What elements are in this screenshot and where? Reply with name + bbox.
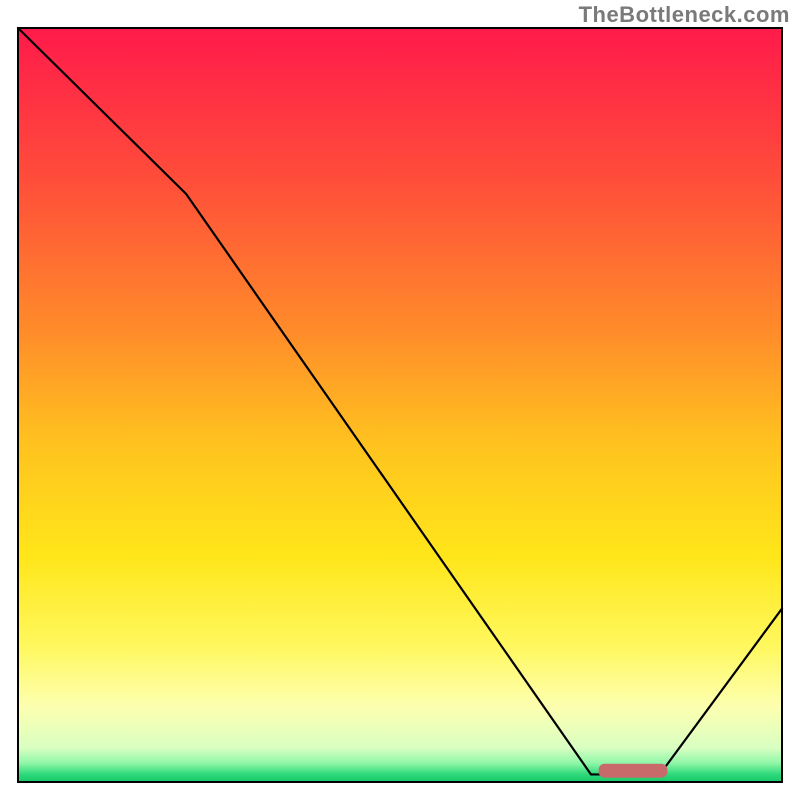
- watermark-text: TheBottleneck.com: [579, 2, 790, 28]
- optimal-range-marker: [599, 764, 668, 778]
- chart-container: TheBottleneck.com: [0, 0, 800, 800]
- bottleneck-chart: [0, 0, 800, 800]
